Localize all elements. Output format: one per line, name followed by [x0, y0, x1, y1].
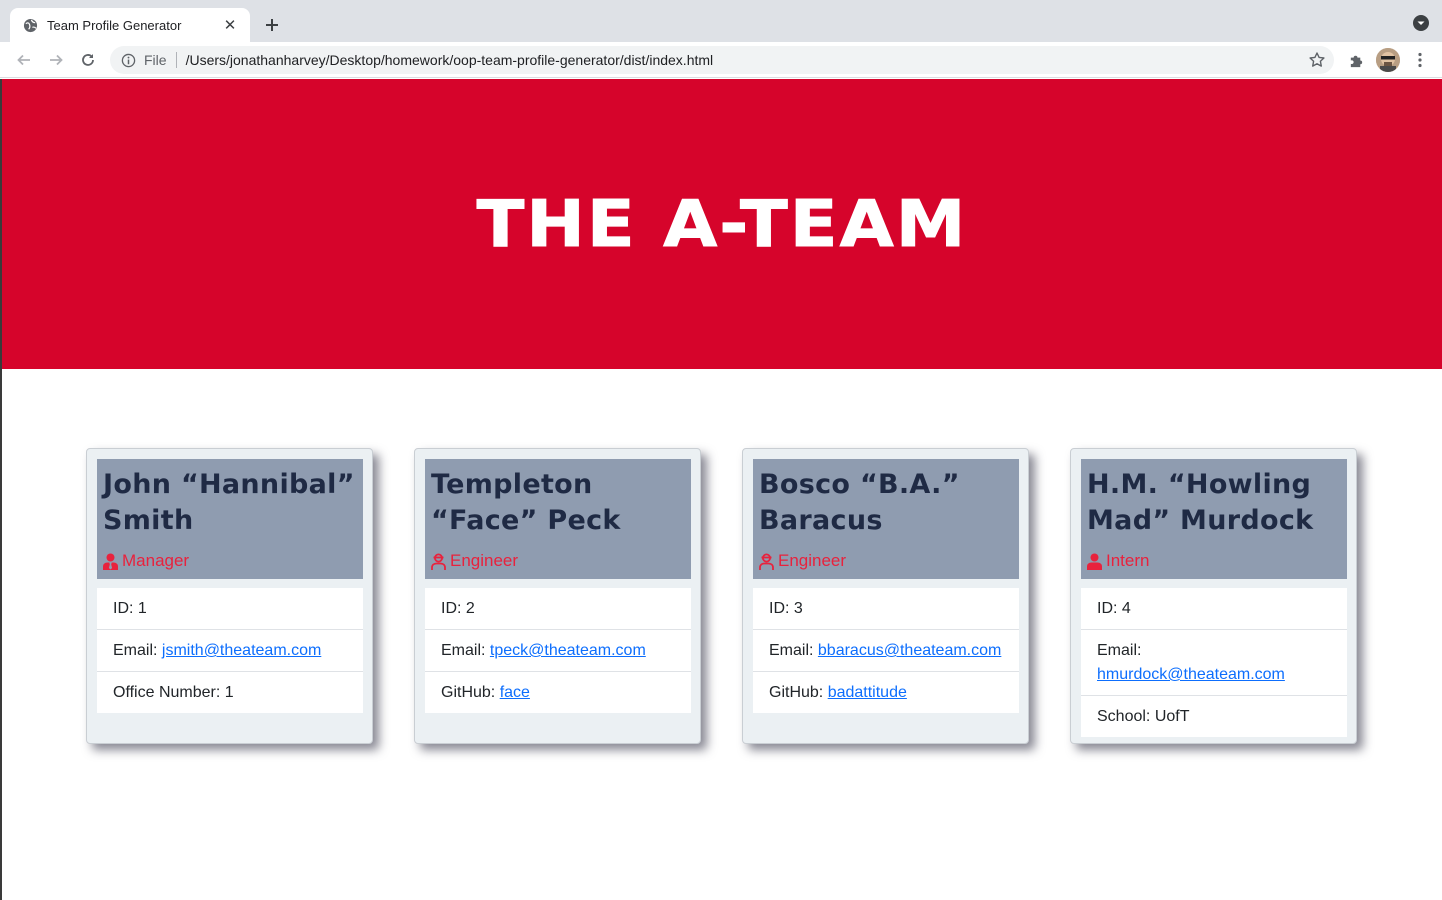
new-tab-button[interactable] — [258, 12, 286, 38]
employee-email-row: Email: tpeck@theateam.com — [425, 630, 691, 672]
employee-name: H.M. “Howling Mad” Murdock — [1087, 469, 1314, 536]
employee-name: Bosco “B.A.” Baracus — [759, 469, 960, 536]
email-link[interactable]: bbaracus@theateam.com — [818, 642, 1001, 659]
tab-title: Team Profile Generator — [47, 17, 182, 33]
user-icon — [1087, 553, 1102, 570]
employee-role: Engineer — [759, 551, 846, 571]
reload-button[interactable] — [76, 48, 100, 72]
github-link[interactable]: face — [500, 684, 530, 701]
employee-name: John “Hannibal” Smith — [103, 469, 355, 536]
omnibox-divider — [175, 52, 177, 68]
star-icon[interactable] — [1308, 51, 1326, 69]
email-label: Email: — [1097, 642, 1142, 659]
forward-button[interactable] — [44, 48, 68, 72]
plus-icon — [266, 19, 278, 31]
employee-email-row: Email: bbaracus@theateam.com — [753, 630, 1019, 672]
reload-icon — [82, 54, 94, 66]
role-label: Manager — [122, 551, 190, 570]
employee-id: ID: 3 — [753, 588, 1019, 630]
browser-tabstrip: Team Profile Generator ✕ — [0, 0, 1442, 42]
employee-id: ID: 2 — [425, 588, 691, 630]
email-link[interactable]: tpeck@theateam.com — [490, 642, 646, 659]
employee-email-row: Email: hmurdock@theateam.com — [1081, 630, 1347, 696]
github-row: GitHub: badattitude — [753, 672, 1019, 713]
employee-role: Intern — [1087, 551, 1149, 571]
role-label: Engineer — [450, 551, 519, 570]
employee-details: ID: 4 Email: hmurdock@theateam.com Schoo… — [1081, 588, 1347, 737]
address-bar[interactable]: File /Users/jonathanharvey/Desktop/homew… — [110, 46, 1334, 74]
employee-name: Templeton “Face” Peck — [431, 469, 621, 536]
employee-card: Templeton “Face” Peck Engineer ID: 2 Ema… — [414, 448, 701, 744]
back-button[interactable] — [12, 48, 36, 72]
card-header: Templeton “Face” Peck Engineer — [425, 459, 691, 579]
school: School: UofT — [1097, 708, 1190, 725]
arrow-right-icon — [50, 54, 63, 66]
email-label: Email: — [769, 642, 818, 659]
menu-button[interactable] — [1408, 48, 1432, 72]
arrow-left-icon — [17, 54, 30, 66]
employee-details: ID: 3 Email: bbaracus@theateam.com GitHu… — [753, 588, 1019, 713]
employee-id: ID: 4 — [1081, 588, 1347, 630]
close-icon[interactable]: ✕ — [220, 15, 240, 35]
puzzle-icon — [1350, 55, 1362, 67]
page-content: THE A-TEAM John “Hannibal” Smith Manager… — [0, 79, 1442, 900]
user-engineer-icon — [759, 553, 774, 570]
extensions-button[interactable] — [1344, 48, 1368, 72]
office-number: Office Number: 1 — [113, 684, 234, 701]
github-label: GitHub: — [769, 684, 828, 701]
github-row: GitHub: face — [425, 672, 691, 713]
employee-details: ID: 2 Email: tpeck@theateam.com GitHub: … — [425, 588, 691, 713]
employee-role: Engineer — [431, 551, 518, 571]
hero-banner: THE A-TEAM — [2, 79, 1442, 369]
role-label: Intern — [1106, 551, 1150, 570]
role-label: Engineer — [778, 551, 847, 570]
card-header: H.M. “Howling Mad” Murdock Intern — [1081, 459, 1347, 579]
employee-id: ID: 1 — [97, 588, 363, 630]
card-header: Bosco “B.A.” Baracus Engineer — [753, 459, 1019, 579]
browser-tab[interactable]: Team Profile Generator ✕ — [10, 8, 250, 42]
more-vertical-icon — [1418, 52, 1422, 68]
page-title: THE A-TEAM — [476, 186, 968, 262]
url-text[interactable]: /Users/jonathanharvey/Desktop/homework/o… — [186, 52, 1334, 68]
profile-avatar[interactable] — [1376, 48, 1400, 72]
info-icon[interactable] — [120, 52, 136, 68]
employee-card: Bosco “B.A.” Baracus Engineer ID: 3 Emai… — [742, 448, 1029, 744]
card-header: John “Hannibal” Smith Manager — [97, 459, 363, 579]
employee-email-row: Email: jsmith@theateam.com — [97, 630, 363, 672]
email-label: Email: — [113, 642, 162, 659]
globe-icon — [22, 17, 38, 33]
user-tie-icon — [103, 553, 118, 570]
github-label: GitHub: — [441, 684, 500, 701]
chevron-down-icon — [1413, 15, 1429, 31]
employee-details: ID: 1 Email: jsmith@theateam.com Office … — [97, 588, 363, 713]
employee-role: Manager — [103, 551, 189, 571]
email-link[interactable]: jsmith@theateam.com — [162, 642, 321, 659]
user-avatar-icon — [1376, 48, 1400, 72]
scheme-label: File — [144, 52, 167, 68]
employee-card: H.M. “Howling Mad” Murdock Intern ID: 4 … — [1070, 448, 1357, 744]
email-label: Email: — [441, 642, 490, 659]
user-engineer-icon — [431, 553, 446, 570]
email-link[interactable]: hmurdock@theateam.com — [1097, 666, 1285, 683]
employee-card: John “Hannibal” Smith Manager ID: 1 Emai… — [86, 448, 373, 744]
tab-search-button[interactable] — [1412, 14, 1430, 32]
github-link[interactable]: badattitude — [828, 684, 907, 701]
browser-toolbar: File /Users/jonathanharvey/Desktop/homew… — [0, 42, 1442, 78]
